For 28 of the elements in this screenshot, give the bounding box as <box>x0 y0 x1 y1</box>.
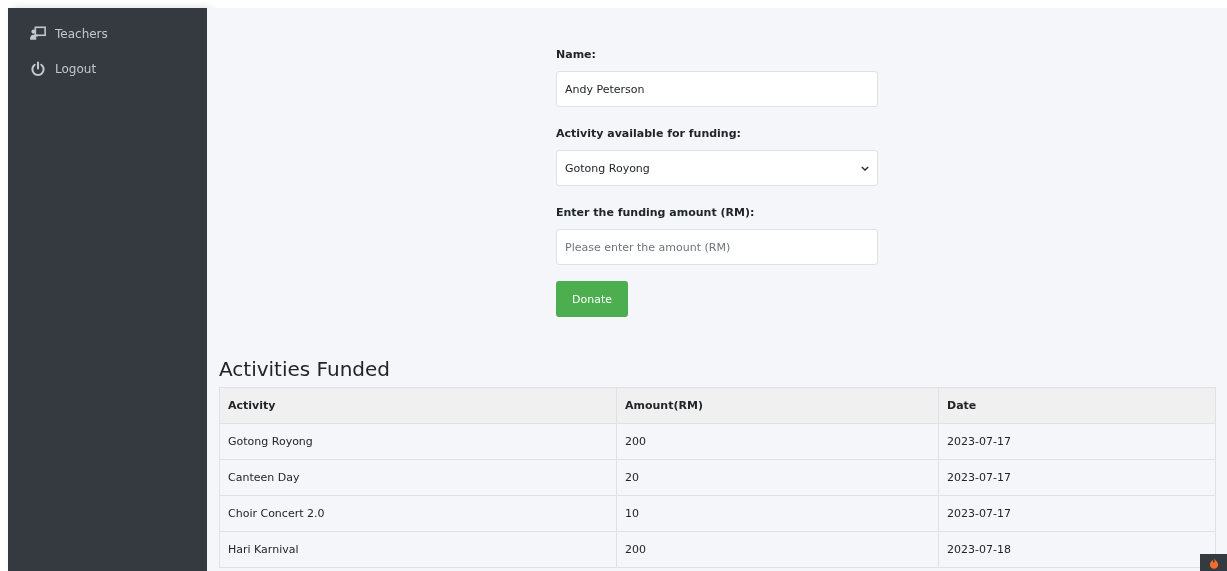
flame-icon <box>1208 557 1219 569</box>
column-header: Amount(RM) <box>616 387 939 424</box>
table-cell: 10 <box>616 495 939 532</box>
table-cell: Hari Karnival <box>219 531 617 568</box>
table-cell: Gotong Royong <box>219 423 617 460</box>
table-cell: 200 <box>616 531 939 568</box>
column-header: Date <box>938 387 1216 424</box>
table-cell: 200 <box>616 423 939 460</box>
section-title: Activities Funded <box>219 357 392 381</box>
power-icon <box>30 61 46 76</box>
table-cell: 2023-07-17 <box>938 423 1216 460</box>
sidebar-item[interactable]: Teachers <box>8 16 207 51</box>
field-label: Enter the funding amount (RM): <box>556 206 756 219</box>
chevron-down-icon <box>861 165 869 171</box>
floating-button[interactable] <box>1200 554 1227 571</box>
field-label: Name: <box>556 48 597 61</box>
table-cell: Choir Concert 2.0 <box>219 495 617 532</box>
presentation-icon <box>30 26 46 41</box>
table-cell: 20 <box>616 459 939 496</box>
field-label: Activity available for funding: <box>556 127 742 140</box>
table-cell: 2023-07-17 <box>938 459 1216 496</box>
column-header: Activity <box>219 387 617 424</box>
table-cell: Canteen Day <box>219 459 617 496</box>
table-cell: 2023-07-17 <box>938 495 1216 532</box>
sidebar-item[interactable]: Logout <box>8 51 207 86</box>
name-field[interactable]: Andy Peterson <box>556 71 878 107</box>
activity-dropdown[interactable]: Gotong Royong <box>556 150 878 186</box>
amount-field[interactable]: Please enter the amount (RM) <box>556 229 878 265</box>
